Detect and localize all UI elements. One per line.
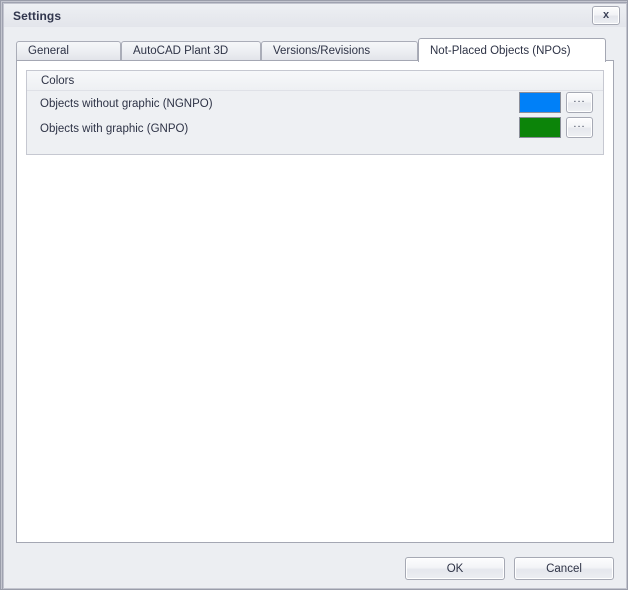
row-label: Objects with graphic (GNPO) bbox=[40, 122, 189, 135]
row-objects-without-graphic: Objects without graphic (NGNPO) ... bbox=[27, 91, 603, 116]
tab-label: General bbox=[28, 45, 69, 57]
cancel-button[interactable]: Cancel bbox=[514, 557, 614, 580]
tab-label: Versions/Revisions bbox=[273, 45, 371, 57]
color-swatch-ngnpo[interactable] bbox=[519, 92, 561, 113]
window-title: Settings bbox=[13, 8, 62, 23]
colors-group-title: Colors bbox=[41, 74, 75, 87]
colors-row-list: Objects without graphic (NGNPO) ... Obje… bbox=[27, 91, 603, 141]
colors-group-box: Colors Objects without graphic (NGNPO) .… bbox=[26, 70, 604, 155]
title-bar: Settings x bbox=[4, 4, 626, 27]
color-swatch-gnpo[interactable] bbox=[519, 117, 561, 138]
row-controls: ... bbox=[519, 92, 593, 113]
tab-general[interactable]: General bbox=[16, 41, 121, 60]
row-label: Objects without graphic (NGNPO) bbox=[40, 97, 213, 110]
ellipsis-icon: ... bbox=[573, 118, 586, 130]
dialog-footer: OK Cancel bbox=[4, 546, 626, 588]
close-button[interactable]: x bbox=[592, 6, 620, 25]
tab-autocad-plant-3d[interactable]: AutoCAD Plant 3D bbox=[121, 41, 261, 60]
tab-label: Not-Placed Objects (NPOs) bbox=[430, 44, 571, 57]
dialog-button-row: OK Cancel bbox=[405, 557, 614, 580]
color-browse-button-ngnpo[interactable]: ... bbox=[566, 92, 593, 113]
tab-strip: General AutoCAD Plant 3D Versions/Revisi… bbox=[16, 38, 616, 62]
ellipsis-icon: ... bbox=[573, 93, 586, 105]
tab-versions-revisions[interactable]: Versions/Revisions bbox=[261, 41, 418, 60]
row-objects-with-graphic: Objects with graphic (GNPO) ... bbox=[27, 116, 603, 141]
color-browse-button-gnpo[interactable]: ... bbox=[566, 117, 593, 138]
settings-dialog-window: Settings x General AutoCAD Plant 3D Vers… bbox=[0, 0, 628, 590]
tab-not-placed-objects[interactable]: Not-Placed Objects (NPOs) bbox=[418, 38, 606, 62]
row-controls: ... bbox=[519, 117, 593, 138]
ok-button[interactable]: OK bbox=[405, 557, 505, 580]
dialog-client-area: General AutoCAD Plant 3D Versions/Revisi… bbox=[4, 27, 626, 588]
colors-group-header: Colors bbox=[27, 71, 603, 91]
close-icon: x bbox=[602, 9, 610, 21]
tab-page-not-placed-objects: Colors Objects without graphic (NGNPO) .… bbox=[16, 60, 614, 543]
tab-label: AutoCAD Plant 3D bbox=[133, 45, 229, 57]
